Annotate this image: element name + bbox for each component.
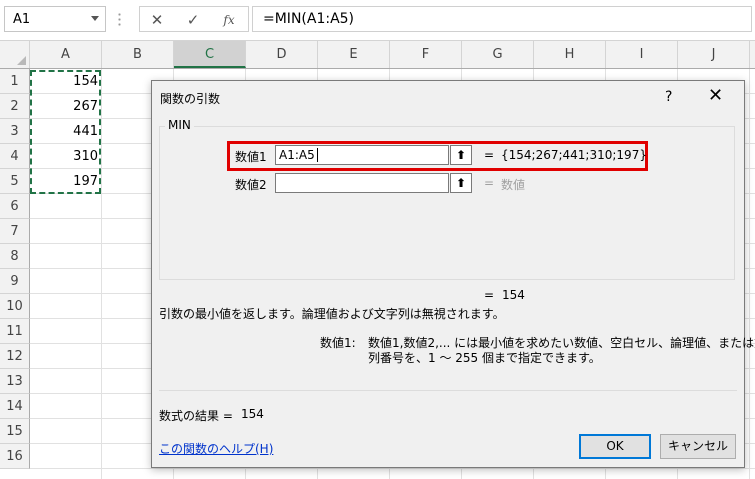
formula-bar[interactable]: =MIN(A1:A5) — [252, 6, 752, 32]
result-value: 154 — [502, 288, 525, 302]
arg1-input-value: A1:A5 — [279, 148, 315, 162]
column-header-f[interactable]: F — [390, 41, 462, 68]
column-header-h[interactable]: H — [534, 41, 606, 68]
arg1-label: 数値1 — [235, 150, 267, 164]
cancel-button[interactable]: キャンセル — [660, 434, 736, 459]
row-header-9[interactable]: 9 — [0, 269, 30, 294]
arg1-equals: = — [484, 148, 495, 162]
chevron-down-icon[interactable] — [91, 16, 99, 21]
name-box[interactable]: A1 — [4, 6, 106, 32]
name-box-value: A1 — [13, 12, 31, 27]
arg2-label: 数値2 — [235, 178, 267, 192]
formula-text: =MIN(A1:A5) — [263, 11, 355, 27]
arg1-input[interactable]: A1:A5 — [275, 145, 449, 165]
arg2-equals: = — [484, 176, 495, 190]
arg-help-label: 数値1: — [320, 336, 356, 350]
column-header-d[interactable]: D — [246, 41, 318, 68]
row-header-6[interactable]: 6 — [0, 194, 30, 219]
insert-function-icon[interactable]: fx — [218, 10, 240, 30]
dialog-title: 関数の引数 — [160, 92, 221, 106]
column-header-e[interactable]: E — [318, 41, 390, 68]
grip-icon[interactable] — [118, 12, 121, 26]
function-description: 引数の最小値を返します。論理値および文字列は無視されます。 — [159, 307, 505, 321]
help-icon[interactable]: ? — [665, 89, 672, 105]
formula-result-label: 数式の結果 = — [159, 409, 233, 423]
range-selection-marquee — [30, 70, 101, 194]
text-caret — [317, 148, 318, 162]
row-header-10[interactable]: 10 — [0, 294, 30, 319]
row-header-4[interactable]: 4 — [0, 144, 30, 169]
arg1-result: {154;267;441;310;197} — [501, 148, 647, 162]
cancel-icon[interactable]: ✕ — [146, 10, 168, 30]
arg2-result: 数値 — [501, 178, 526, 192]
enter-icon[interactable]: ✓ — [182, 10, 204, 30]
row-header-16[interactable]: 16 — [0, 444, 30, 469]
function-arguments-dialog: 関数の引数 ? ✕ MIN 数値1 A1:A5 ⬆ = {154;267;441… — [151, 80, 755, 468]
column-header-j[interactable]: J — [678, 41, 750, 68]
row-header-2[interactable]: 2 — [0, 94, 30, 119]
row-header-3[interactable]: 3 — [0, 119, 30, 144]
column-header-c[interactable]: C — [174, 41, 246, 68]
column-header-b[interactable]: B — [102, 41, 174, 68]
row-header-12[interactable]: 12 — [0, 344, 30, 369]
row-header-7[interactable]: 7 — [0, 219, 30, 244]
row-header-5[interactable]: 5 — [0, 169, 30, 194]
select-all-button[interactable] — [0, 41, 30, 68]
column-header-i[interactable]: I — [606, 41, 678, 68]
row-header-14[interactable]: 14 — [0, 394, 30, 419]
formula-toolbar: A1 ✕ ✓ fx =MIN(A1:A5) — [0, 0, 755, 41]
function-name: MIN — [165, 118, 194, 132]
column-header-a[interactable]: A — [30, 41, 102, 68]
column-headers: ABCDEFGHIJ — [0, 41, 755, 69]
arg2-input[interactable] — [275, 173, 449, 193]
row-header-11[interactable]: 11 — [0, 319, 30, 344]
formula-result-value: 154 — [241, 407, 264, 421]
function-help-link[interactable]: この関数のヘルプ(H) — [159, 440, 273, 457]
row-header-1[interactable]: 1 — [0, 69, 30, 94]
row-header-15[interactable]: 15 — [0, 419, 30, 444]
row-header-13[interactable]: 13 — [0, 369, 30, 394]
row-header-8[interactable]: 8 — [0, 244, 30, 269]
formula-buttons: ✕ ✓ fx — [139, 6, 249, 32]
collapse-dialog-icon[interactable]: ⬆ — [450, 145, 472, 165]
ok-button[interactable]: OK — [579, 434, 651, 459]
divider — [159, 390, 737, 391]
result-equals: = — [484, 288, 495, 302]
arg-help-line2: 列番号を、1 ～ 255 個まで指定できます。 — [368, 351, 601, 365]
collapse-dialog-icon[interactable]: ⬆ — [450, 173, 472, 193]
close-icon[interactable]: ✕ — [708, 87, 723, 105]
column-header-g[interactable]: G — [462, 41, 534, 68]
